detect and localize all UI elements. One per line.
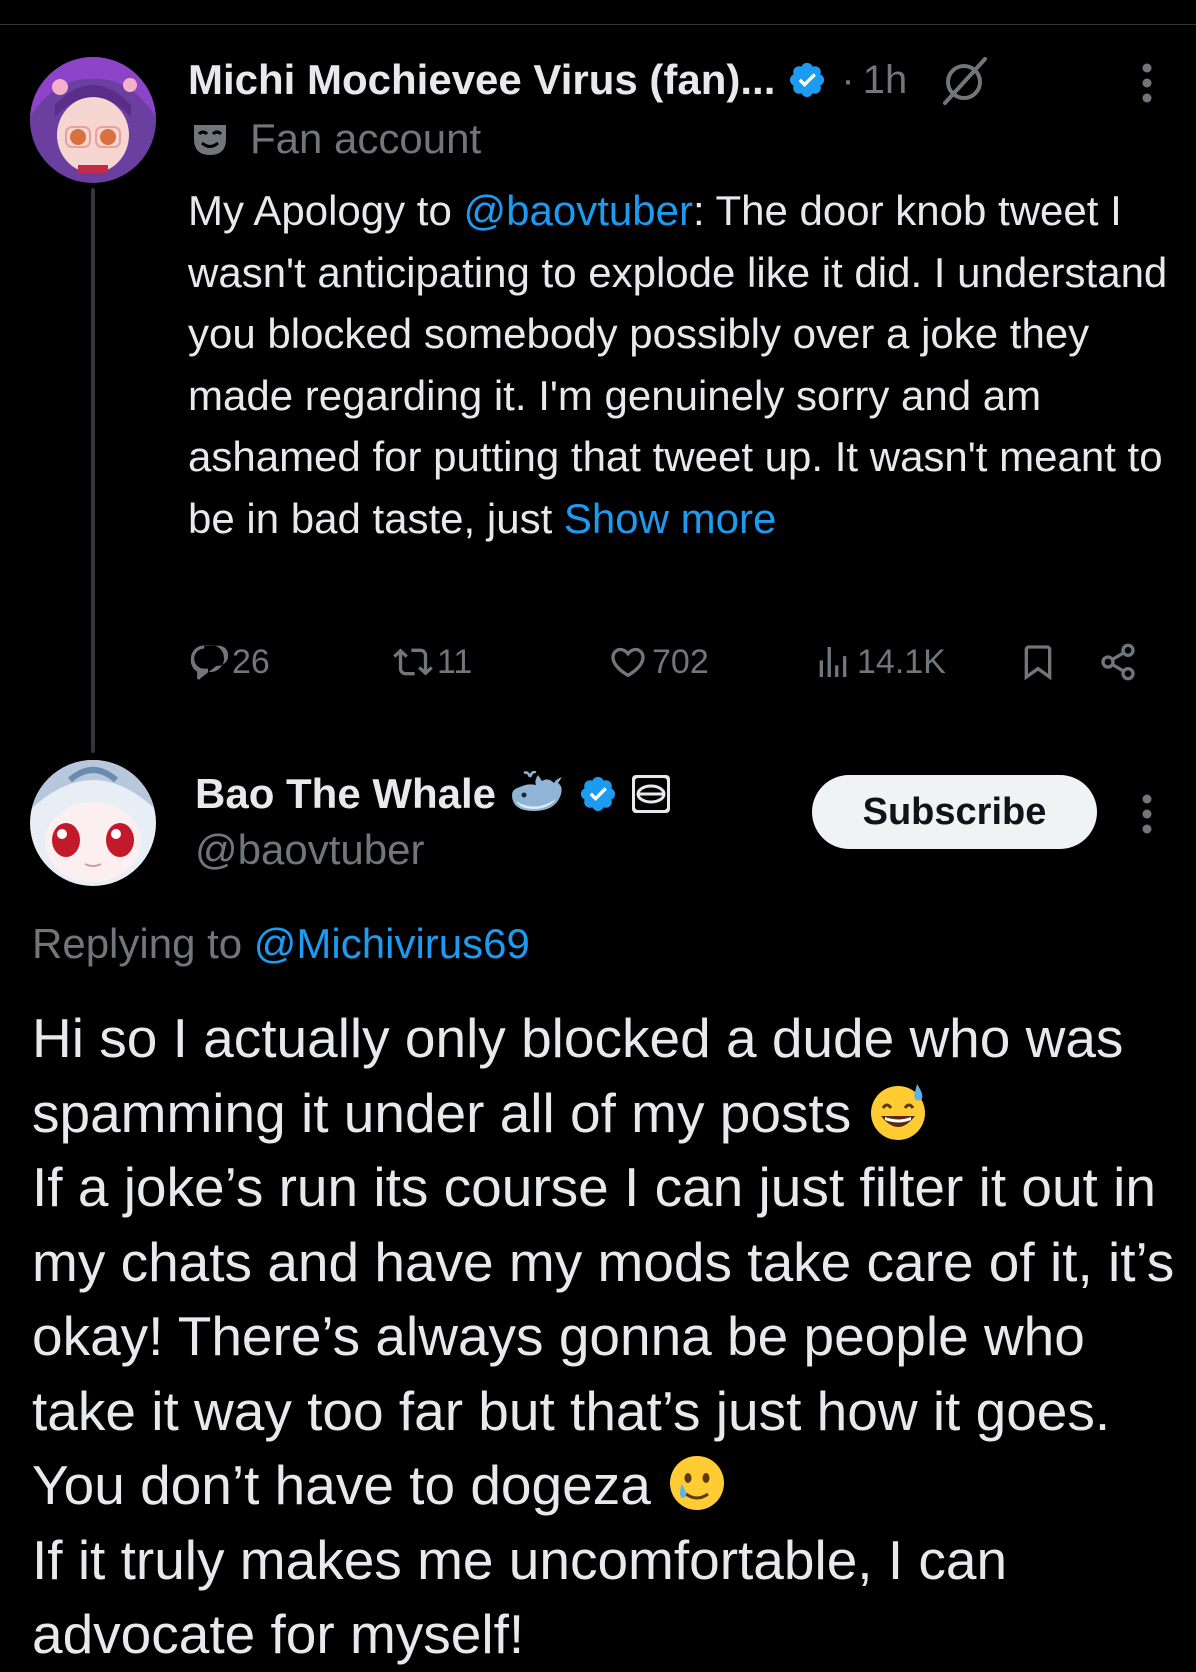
tweet-header: Michi Mochievee Virus (fan)... · 1h: [188, 52, 991, 108]
like-count: 702: [652, 642, 709, 681]
username[interactable]: @baovtuber: [195, 826, 424, 874]
display-name[interactable]: Michi Mochievee Virus (fan)...: [188, 56, 775, 104]
tweet-text-post: : The door knob tweet I wasn't anticipat…: [188, 187, 1168, 542]
account-label-text: Fan account: [250, 115, 482, 162]
replying-to: Replying to @Michivirus69: [32, 920, 530, 968]
action-bar: 26 11 702 14.1K: [188, 642, 1148, 692]
mask-icon: [194, 125, 226, 155]
subscribe-button[interactable]: Subscribe: [812, 775, 1097, 849]
views-button[interactable]: 14.1K: [813, 642, 946, 682]
tweet-text: My Apology to @baovtuber: The door knob …: [188, 180, 1178, 549]
timestamp[interactable]: 1h: [863, 58, 908, 103]
null-circle-icon: [943, 57, 988, 105]
replying-prefix: Replying to: [32, 920, 254, 967]
top-divider: [0, 24, 1196, 25]
account-label: Fan account: [190, 115, 481, 163]
verified-badge-icon[interactable]: [787, 60, 827, 100]
reply-text: Hi so I actually only blocked a dude who…: [32, 1001, 1182, 1672]
separator-dot: ·: [841, 57, 855, 102]
whale-emoji-icon: [512, 771, 563, 811]
reply-line-1: Hi so I actually only blocked a dude who…: [32, 1007, 1124, 1144]
repost-count: 11: [437, 642, 473, 681]
like-button[interactable]: 702: [608, 642, 709, 682]
reply-count: 26: [232, 642, 270, 681]
avatar[interactable]: [30, 760, 156, 886]
gov-badge-icon[interactable]: [630, 773, 672, 815]
reply-header: Bao The Whale: [195, 770, 672, 818]
share-icon: [1101, 643, 1135, 681]
like-icon: [611, 647, 645, 678]
more-icon[interactable]: [1139, 791, 1155, 837]
sweat-smile-emoji: [870, 1083, 925, 1140]
more-icon[interactable]: [1139, 60, 1155, 106]
verified-badge-icon[interactable]: [578, 774, 618, 814]
avatar[interactable]: [30, 57, 156, 183]
share-button[interactable]: [1098, 642, 1138, 682]
repost-icon: [393, 648, 433, 676]
reply-icon: [190, 645, 228, 680]
tweet-text-pre: My Apology to: [188, 187, 464, 234]
repost-button[interactable]: 11: [393, 642, 472, 682]
smile-tear-emoji: [670, 1456, 725, 1510]
thread-line: [91, 188, 95, 753]
replying-mention-link[interactable]: @Michivirus69: [254, 920, 530, 967]
display-name[interactable]: Bao The Whale: [195, 770, 496, 818]
views-icon: [819, 647, 847, 677]
reply-line-2: If a joke’s run its course I can just fi…: [32, 1156, 1175, 1516]
reply-line-3: If it truly makes me uncomfortable, I ca…: [32, 1528, 1008, 1666]
reply-button[interactable]: 26: [188, 642, 270, 682]
bookmark-icon: [1024, 645, 1052, 681]
mention-link[interactable]: @baovtuber: [463, 187, 692, 234]
bookmark-button[interactable]: [1018, 642, 1058, 682]
views-count: 14.1K: [857, 642, 946, 681]
show-more-link[interactable]: Show more: [564, 495, 776, 542]
